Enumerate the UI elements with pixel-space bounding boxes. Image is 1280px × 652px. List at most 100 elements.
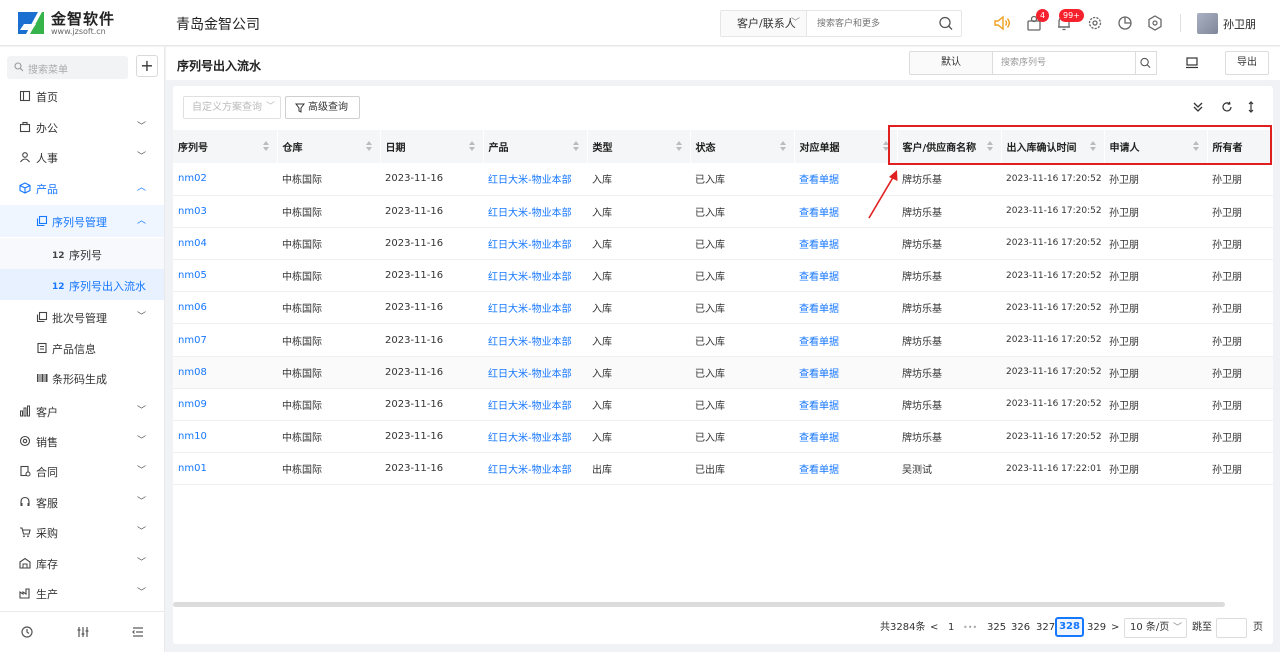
custom-query-select[interactable]: 自定义方案查询 ﹀ (183, 96, 281, 119)
pagination-page[interactable]: 325 (987, 620, 1006, 638)
document-link[interactable]: 查看单据 (794, 291, 897, 325)
product-cell[interactable]: 红日大米-物业本部 (483, 388, 587, 422)
sort-icon[interactable] (1089, 141, 1096, 151)
sort-icon[interactable] (882, 141, 889, 151)
sidebar-item-customer[interactable]: 客户 ﹀ (0, 396, 164, 426)
column-header-partner[interactable]: 客户/供应商名称 (897, 130, 1002, 163)
gear-icon[interactable] (1086, 14, 1104, 32)
history-icon[interactable] (20, 625, 34, 639)
horizontal-scrollbar[interactable] (173, 602, 1225, 607)
search-type-select[interactable]: 客户/联系人 ﹀ (721, 11, 807, 36)
sidebar-item-serial[interactable]: 12 序列号 (0, 238, 164, 269)
serial-search-input[interactable]: 搜索序列号 (992, 51, 1136, 75)
column-header-date[interactable]: 日期 (380, 130, 484, 163)
product-cell[interactable]: 红日大米-物业本部 (483, 227, 587, 261)
document-link[interactable]: 查看单据 (794, 388, 897, 422)
column-header-confirm-time[interactable]: 出入库确认时间 (1001, 130, 1105, 163)
scheme-select[interactable]: 默认 (909, 51, 993, 75)
column-header-serial[interactable]: 序列号 (173, 130, 278, 163)
menu-search-input[interactable]: 搜索菜单 (7, 56, 128, 79)
pagination-page[interactable]: 1 (948, 620, 954, 638)
sidebar-item-hr[interactable]: 人事 ﹀ (0, 142, 164, 172)
sidebar-item-batch-management[interactable]: 批次号管理 ﹀ (0, 302, 164, 332)
sidebar-item-contract[interactable]: 合同 ﹀ (0, 456, 164, 486)
speaker-icon[interactable] (993, 14, 1011, 32)
table-row[interactable]: nm05 中栋国际 2023-11-16 红日大米-物业本部 入库 已入库 查看单据 牌坊乐基… (173, 259, 1273, 293)
serial-cell[interactable]: nm01 (173, 452, 277, 486)
pagination-prev-button[interactable]: < (930, 620, 938, 638)
document-link[interactable]: 查看单据 (794, 227, 897, 261)
monitor-icon[interactable] (1185, 57, 1199, 69)
username[interactable]: 孙卫朋 (1223, 16, 1256, 32)
serial-cell[interactable]: nm08 (173, 356, 277, 389)
refresh-icon[interactable] (1221, 101, 1233, 113)
product-cell[interactable]: 红日大米-物业本部 (483, 452, 587, 486)
table-row[interactable]: nm07 中栋国际 2023-11-16 红日大米-物业本部 入库 已入库 查看单据 牌坊乐基… (173, 323, 1273, 357)
product-cell[interactable]: 红日大米-物业本部 (483, 163, 587, 196)
sort-icon[interactable] (675, 141, 682, 151)
document-link[interactable]: 查看单据 (794, 163, 897, 196)
pagination-page[interactable]: 326 (1011, 620, 1030, 638)
column-header-owner[interactable]: 所有者 (1207, 130, 1274, 163)
column-header-warehouse[interactable]: 仓库 (277, 130, 381, 163)
sort-icon[interactable] (262, 141, 269, 151)
company-name[interactable]: 青岛金智公司 (176, 14, 260, 34)
sidebar-item-serial-flow[interactable]: 12 序列号出入流水 (0, 269, 164, 300)
sliders-icon[interactable] (76, 625, 90, 639)
product-cell[interactable]: 红日大米-物业本部 (483, 420, 587, 454)
pagination-next-button[interactable]: > (1111, 620, 1119, 638)
sidebar-item-office[interactable]: 办公 ﹀ (0, 112, 164, 142)
jump-page-input[interactable] (1216, 618, 1247, 638)
column-header-applicant[interactable]: 申请人 (1104, 130, 1208, 163)
document-link[interactable]: 查看单据 (794, 420, 897, 454)
table-row[interactable]: nm06 中栋国际 2023-11-16 红日大米-物业本部 入库 已入库 查看单据 牌坊乐基… (173, 291, 1273, 325)
column-header-type[interactable]: 类型 (587, 130, 691, 163)
pagination-current-page[interactable]: 328 (1055, 617, 1084, 637)
search-icon[interactable] (931, 11, 961, 36)
export-button[interactable]: 导出 (1225, 51, 1269, 75)
table-row[interactable]: nm04 中栋国际 2023-11-16 红日大米-物业本部 入库 已入库 查看单据 牌坊乐基… (173, 227, 1273, 261)
document-link[interactable]: 查看单据 (794, 259, 897, 293)
sidebar-item-barcode[interactable]: 条形码生成 (0, 363, 164, 393)
sort-icon[interactable] (1192, 141, 1199, 151)
table-row[interactable]: nm09 中栋国际 2023-11-16 红日大米-物业本部 入库 已入库 查看单据 牌坊乐基… (173, 388, 1273, 422)
document-link[interactable]: 查看单据 (794, 195, 897, 228)
sidebar-item-home[interactable]: 首页 (0, 81, 164, 111)
product-cell[interactable]: 红日大米-物业本部 (483, 259, 587, 293)
serial-cell[interactable]: nm10 (173, 420, 277, 454)
serial-cell[interactable]: nm04 (173, 227, 277, 261)
avatar[interactable] (1197, 13, 1218, 34)
sidebar-item-product[interactable]: 产品 ︿ (0, 173, 164, 203)
search-icon[interactable] (1135, 51, 1157, 75)
serial-cell[interactable]: nm06 (173, 291, 277, 325)
hexagon-icon[interactable] (1146, 14, 1164, 32)
document-link[interactable]: 查看单据 (794, 356, 897, 389)
sidebar-item-purchase[interactable]: 采购 ﹀ (0, 517, 164, 547)
sidebar-item-production[interactable]: 生产 ﹀ (0, 578, 164, 608)
advanced-query-button[interactable]: 高级查询 (285, 96, 360, 119)
product-cell[interactable]: 红日大米-物业本部 (483, 195, 587, 228)
sort-icon[interactable] (572, 141, 579, 151)
table-row[interactable]: nm10 中栋国际 2023-11-16 红日大米-物业本部 入库 已入库 查看单据 牌坊乐基… (173, 420, 1273, 454)
serial-cell[interactable]: nm03 (173, 195, 277, 228)
serial-cell[interactable]: nm05 (173, 259, 277, 293)
add-menu-button[interactable]: + (136, 55, 158, 77)
product-cell[interactable]: 红日大米-物业本部 (483, 291, 587, 325)
table-row[interactable]: nm02 中栋国际 2023-11-16 红日大米-物业本部 入库 已入库 查看单据 牌坊乐基… (173, 163, 1273, 196)
sidebar-item-service[interactable]: 客服 ﹀ (0, 487, 164, 517)
pagination-page[interactable]: 327 (1036, 620, 1055, 638)
sort-icon[interactable] (986, 141, 993, 151)
page-size-select[interactable]: 10 条/页 ﹀ (1124, 618, 1187, 638)
collapse-menu-icon[interactable] (131, 625, 145, 639)
column-header-status[interactable]: 状态 (690, 130, 795, 163)
serial-cell[interactable]: nm02 (173, 163, 277, 196)
sort-icon[interactable] (468, 141, 475, 151)
table-row[interactable]: nm01 中栋国际 2023-11-16 红日大米-物业本部 出库 已出库 查看单据 吴测试 2… (173, 452, 1273, 486)
collapse-down-icon[interactable] (1192, 101, 1204, 113)
table-row[interactable]: nm08 中栋国际 2023-11-16 红日大米-物业本部 入库 已入库 查看单据 牌坊乐基… (173, 356, 1273, 389)
pagination-ellipsis[interactable]: ••• (963, 620, 977, 638)
document-link[interactable]: 查看单据 (794, 452, 897, 486)
pagination-page[interactable]: 329 (1087, 620, 1106, 638)
serial-cell[interactable]: nm09 (173, 388, 277, 422)
sort-icon[interactable] (365, 141, 372, 151)
